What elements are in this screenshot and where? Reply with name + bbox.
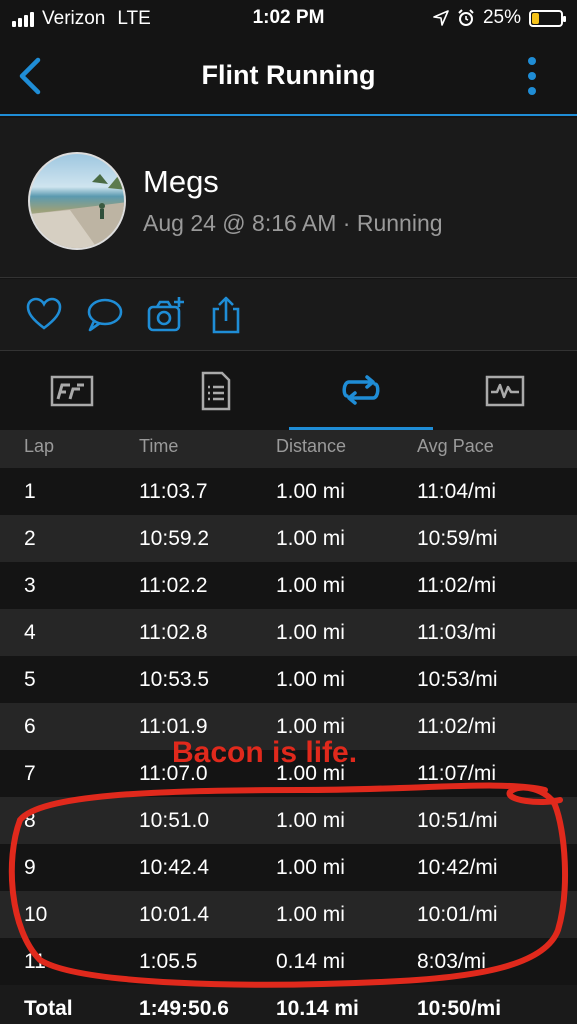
lap-number: 5 xyxy=(24,668,36,691)
battery-fill xyxy=(532,12,539,24)
share-icon[interactable] xyxy=(206,295,246,335)
lap-time: 11:03.7 xyxy=(139,480,208,503)
lap-pace: 11:03/mi xyxy=(417,621,496,644)
stats-icon xyxy=(50,375,94,407)
lap-pace: 11:04/mi xyxy=(417,480,496,503)
activity-header: Megs Aug 24 @ 8:16 AM · Running xyxy=(0,118,577,278)
lap-time: 11:02.8 xyxy=(139,621,208,644)
tab-bar xyxy=(0,352,577,430)
lap-pace: 11:07/mi xyxy=(417,762,496,785)
table-row: 8 10:51.0 1.00 mi 10:51/mi xyxy=(0,797,577,844)
lap-distance: 1.00 mi xyxy=(276,715,345,738)
battery-icon xyxy=(529,9,566,27)
nav-bar: Flint Running xyxy=(0,38,577,116)
lap-distance: 1.00 mi xyxy=(276,480,345,503)
table-row: 3 11:02.2 1.00 mi 11:02/mi xyxy=(0,562,577,609)
lap-pace: 8:03/mi xyxy=(417,950,486,973)
add-photo-icon[interactable] xyxy=(146,295,186,335)
lap-distance: 1.00 mi xyxy=(276,527,345,550)
header-distance: Distance xyxy=(276,436,347,456)
lap-time: 1:05.5 xyxy=(139,950,198,973)
like-icon[interactable] xyxy=(24,295,64,335)
details-icon xyxy=(201,371,231,411)
table-row-total: Total 1:49:50.6 10.14 mi 10:50/mi xyxy=(0,985,577,1024)
lap-distance: 1.00 mi xyxy=(276,903,345,926)
lap-distance: 1.00 mi xyxy=(276,621,345,644)
lap-time: 10:01.4 xyxy=(139,903,210,926)
alarm-icon xyxy=(458,9,474,26)
lap-time: 11:07.0 xyxy=(139,762,208,785)
total-pace: 10:50/mi xyxy=(417,997,502,1020)
charts-icon xyxy=(485,375,525,407)
total-time: 1:49:50.6 xyxy=(139,997,229,1020)
lap-number: 6 xyxy=(24,715,36,738)
lap-number: 9 xyxy=(24,856,36,879)
vertical-dots-icon[interactable] xyxy=(527,56,537,96)
total-label: Total xyxy=(24,997,73,1020)
tab-charts[interactable] xyxy=(433,352,577,430)
battery-percent: 25% xyxy=(482,7,521,28)
lap-distance: 1.00 mi xyxy=(276,762,345,785)
location-icon xyxy=(433,10,449,26)
user-name[interactable]: Megs xyxy=(143,164,219,200)
lap-number: 2 xyxy=(24,527,36,550)
table-row: 4 11:02.8 1.00 mi 11:03/mi xyxy=(0,609,577,656)
header-lap: Lap xyxy=(24,436,55,456)
lap-time: 10:51.0 xyxy=(139,809,210,832)
lap-number: 1 xyxy=(24,480,36,503)
laps-icon xyxy=(342,374,380,405)
tab-details[interactable] xyxy=(144,352,288,430)
table-row: 10 10:01.4 1.00 mi 10:01/mi xyxy=(0,891,577,938)
table-row: 6 11:01.9 1.00 mi 11:02/mi xyxy=(0,703,577,750)
lap-number: 8 xyxy=(24,809,36,832)
lap-distance: 0.14 mi xyxy=(276,950,345,973)
tab-stats[interactable] xyxy=(0,352,144,430)
lap-pace: 10:59/mi xyxy=(417,527,498,550)
lap-distance: 1.00 mi xyxy=(276,856,345,879)
lap-pace: 10:01/mi xyxy=(417,903,498,926)
laps-table: Lap Time Distance Avg Pace 1 11:03.7 1.00 … xyxy=(0,430,577,1024)
header-time: Time xyxy=(139,436,179,456)
activity-meta: Aug 24 @ 8:16 AM · Running xyxy=(143,210,443,236)
table-row: 2 10:59.2 1.00 mi 10:59/mi xyxy=(0,515,577,562)
table-body: 1 11:03.7 1.00 mi 11:04/mi 2 10:59.2 1.00 mi 10… xyxy=(0,468,577,985)
status-right: 25% xyxy=(433,7,566,29)
page-title: Flint Running xyxy=(201,60,376,90)
lap-pace: 10:53/mi xyxy=(417,668,498,691)
status-bar: Verizon LTE 1:02 PM 25% xyxy=(0,0,577,38)
lap-distance: 1.00 mi xyxy=(276,809,345,832)
lap-pace: 10:42/mi xyxy=(417,856,498,879)
table-row: 1 11:03.7 1.00 mi 11:04/mi xyxy=(0,468,577,515)
lap-time: 10:59.2 xyxy=(139,527,210,550)
lap-number: 3 xyxy=(24,574,36,597)
header-pace: Avg Pace xyxy=(417,436,494,456)
tab-laps[interactable] xyxy=(289,352,433,430)
table-row: 5 10:53.5 1.00 mi 10:53/mi xyxy=(0,656,577,703)
lap-time: 11:01.9 xyxy=(139,715,208,738)
comment-icon[interactable] xyxy=(84,295,124,335)
table-row: 7 11:07.0 1.00 mi 11:07/mi xyxy=(0,750,577,797)
lap-number: 4 xyxy=(24,621,36,644)
avatar[interactable] xyxy=(28,152,126,250)
lap-pace: 11:02/mi xyxy=(417,574,496,597)
total-distance: 10.14 mi xyxy=(276,997,359,1020)
avatar-photo xyxy=(30,174,124,248)
lap-distance: 1.00 mi xyxy=(276,574,345,597)
lap-distance: 1.00 mi xyxy=(276,668,345,691)
lap-pace: 11:02/mi xyxy=(417,715,496,738)
table-row: 9 10:42.4 1.00 mi 10:42/mi xyxy=(0,844,577,891)
table-row: 11 1:05.5 0.14 mi 8:03/mi xyxy=(0,938,577,985)
lap-time: 11:02.2 xyxy=(139,574,208,597)
lap-pace: 10:51/mi xyxy=(417,809,498,832)
table-header: Lap Time Distance Avg Pace xyxy=(0,430,577,468)
lap-number: 7 xyxy=(24,762,36,785)
lap-number: 11 xyxy=(24,950,46,973)
lap-time: 10:42.4 xyxy=(139,856,210,879)
lap-time: 10:53.5 xyxy=(139,668,210,691)
lap-number: 10 xyxy=(24,903,48,926)
action-bar xyxy=(0,279,577,351)
